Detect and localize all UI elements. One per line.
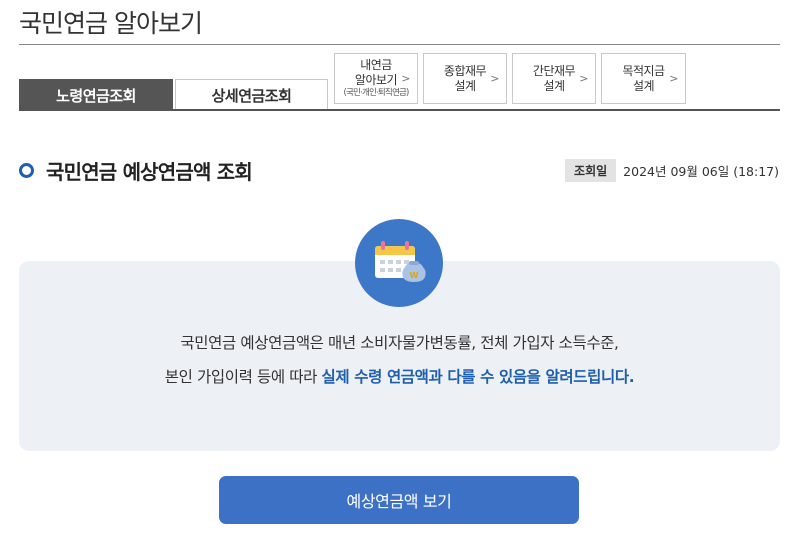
link-simple-line2: 설계 — [543, 78, 565, 93]
section-title: 국민연금 예상연금액 조회 — [46, 160, 253, 184]
view-estimated-pension-button[interactable]: 예상연금액 보기 — [219, 476, 579, 524]
link-simple-finance[interactable]: 간단재무 설계 > — [512, 53, 596, 104]
calendar-coin-icon: W — [355, 219, 443, 307]
info-text-line2: 본인 가입이력 등에 따라 실제 수령 연금액과 다를 수 있음을 알려드립니다… — [19, 365, 780, 387]
link-goal-line1: 목적지금 — [622, 63, 665, 78]
link-my-pension[interactable]: 내연금 알아보기 (국민·개인·퇴직연금) > — [334, 53, 418, 104]
svg-text:W: W — [410, 271, 419, 280]
link-comprehensive-finance[interactable]: 종합재무 설계 > — [423, 53, 507, 104]
title-divider — [19, 44, 780, 45]
tab-bar: 노령연금조회 상세연금조회 내연금 알아보기 (국민·개인·퇴직연금) > 종합… — [19, 53, 780, 111]
chevron-right-icon: > — [490, 72, 499, 85]
query-date-label: 조회일 — [565, 159, 617, 182]
query-date-value: 2024년 09월 06일 (18:17) — [623, 164, 779, 179]
chevron-right-icon: > — [401, 72, 410, 85]
link-goal-fund[interactable]: 목적지금 설계 > — [601, 53, 686, 104]
link-my-pension-line1: 내연금 — [360, 58, 392, 72]
chevron-right-icon: > — [579, 72, 588, 85]
bullet-circle-icon — [19, 163, 34, 178]
query-date: 조회일 2024년 09월 06일 (18:17) — [565, 159, 779, 182]
link-my-pension-line2: 알아보기 — [354, 73, 398, 87]
link-simple-line1: 간단재무 — [532, 63, 576, 78]
link-comprehensive-line2: 설계 — [454, 78, 476, 93]
tab-detailed-pension[interactable]: 상세연금조회 — [175, 79, 328, 111]
info-text-highlight: 실제 수령 연금액과 다를 수 있음을 알려드립니다. — [321, 368, 635, 386]
tab-old-age-pension[interactable]: 노령연금조회 — [19, 79, 173, 111]
link-my-pension-sub: (국민·개인·퇴직연금) — [343, 88, 410, 98]
info-text-line1: 국민연금 예상연금액은 매년 소비자물가변동률, 전체 가입자 소득수준, — [180, 334, 619, 352]
section-heading: 국민연금 예상연금액 조회 — [19, 156, 253, 185]
page-title: 국민연금 알아보기 — [19, 9, 203, 38]
link-comprehensive-line1: 종합재무 — [443, 63, 487, 78]
info-text-line2-plain: 본인 가입이력 등에 따라 — [164, 368, 322, 386]
link-goal-line2: 설계 — [632, 78, 655, 93]
tab-bar-divider — [19, 109, 780, 111]
chevron-right-icon: > — [669, 72, 678, 85]
